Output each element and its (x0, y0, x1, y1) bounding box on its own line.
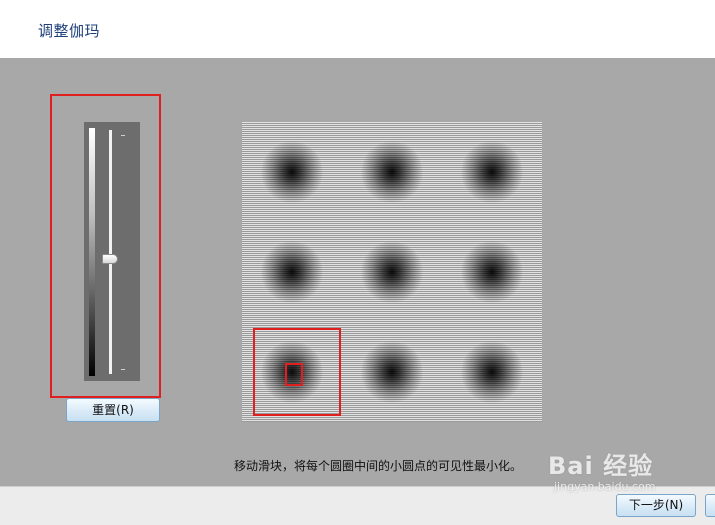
watermark-url: jingyan.baidu.com (554, 480, 656, 493)
title-bar: 调整伽玛 (0, 0, 715, 58)
cancel-button[interactable] (705, 494, 715, 517)
watermark: Bai 经验 jingyan.baidu.com (548, 446, 656, 493)
next-button[interactable]: 下一步(N) (616, 494, 696, 517)
gamma-circle (361, 241, 423, 303)
gamma-circle (361, 141, 423, 203)
gamma-circle (361, 341, 423, 403)
gamma-circle (461, 241, 523, 303)
slider-highlight-box (50, 94, 161, 398)
gamma-circle (461, 341, 523, 403)
gamma-circle (261, 141, 323, 203)
reset-button[interactable]: 重置(R) (66, 398, 160, 422)
watermark-logo: Bai 经验 (548, 452, 654, 480)
gamma-circle (261, 241, 323, 303)
center-dot-highlight-box (285, 363, 303, 386)
instruction-text: 移动滑块，将每个圆圈中间的小圆点的可见性最小化。 (234, 459, 523, 473)
window-title: 调整伽玛 (38, 22, 101, 40)
gamma-circle (461, 141, 523, 203)
